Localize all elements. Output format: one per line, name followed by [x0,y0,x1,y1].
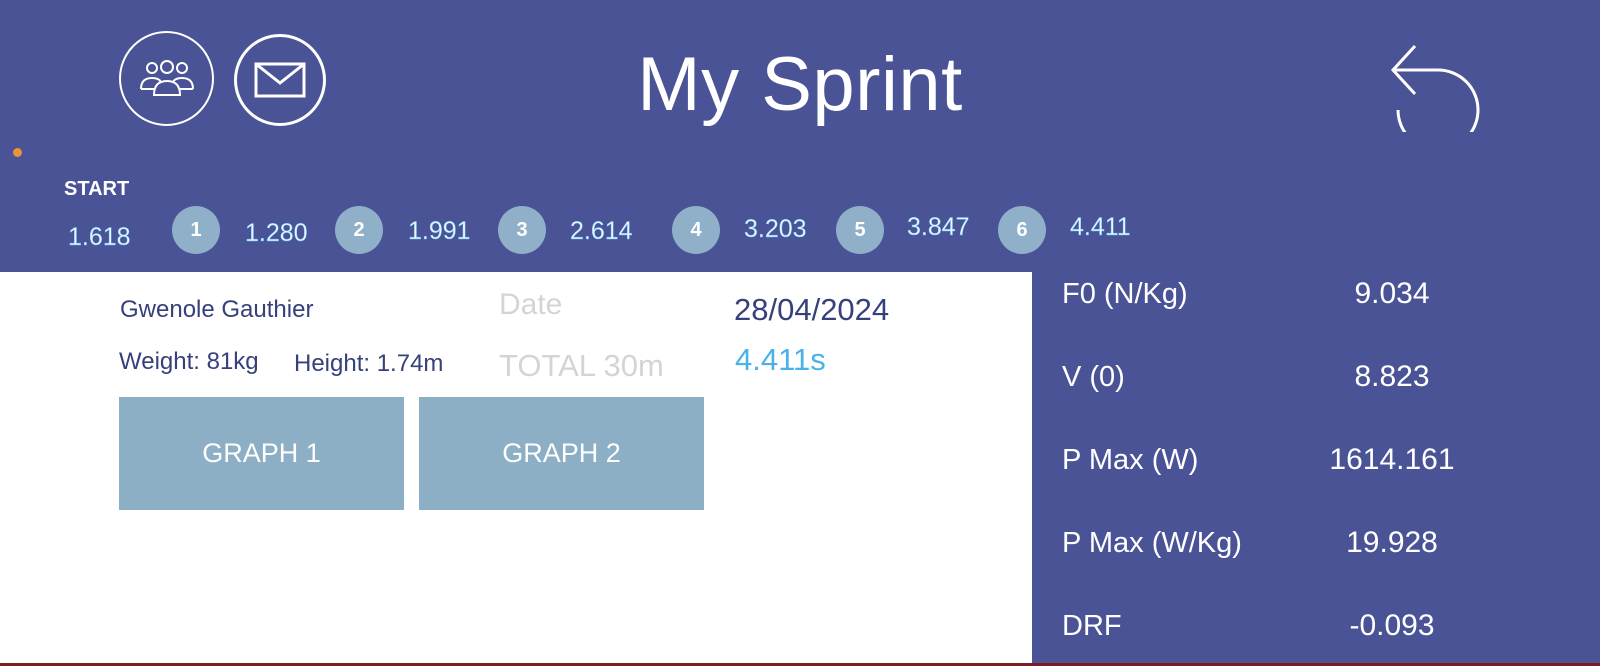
metric-label-pmax-wkg: P Max (W/Kg) [1062,527,1242,559]
indicator-dot [13,148,22,157]
split-time-2: 1.991 [408,217,471,245]
split-badge-5: 5 [836,206,884,254]
athlete-weight: Weight: 81kg [119,348,259,375]
graph-2-button[interactable]: GRAPH 2 [419,397,704,510]
split-time-5: 3.847 [907,213,970,241]
start-time: 1.618 [68,223,131,251]
mail-button[interactable] [234,34,326,126]
split-badge-2: 2 [335,206,383,254]
back-button[interactable] [1383,28,1483,152]
metric-value-f0: 9.034 [1354,277,1430,310]
metric-value-drf: -0.093 [1349,609,1435,642]
metric-value-pmax-w: 1614.161 [1329,443,1455,476]
metric-label-drf: DRF [1062,610,1122,642]
metric-label-f0: F0 (N/Kg) [1062,278,1188,310]
total-label: TOTAL 30m [499,348,664,383]
split-badge-4: 4 [672,206,720,254]
metric-label-pmax-w: P Max (W) [1062,444,1199,476]
metric-value-pmax-wkg: 19.928 [1346,526,1438,559]
mail-icon [254,62,306,98]
metrics-panel: F0 (N/Kg) 9.034 V (0) 8.823 P Max (W) 16… [1032,272,1600,666]
split-time-6: 4.411 [1070,213,1131,241]
header-bar: My Sprint START 1.618 1 1.280 2 1.991 3 … [0,0,1600,272]
team-button[interactable] [119,31,214,126]
split-badge-3: 3 [498,206,546,254]
start-label: START [64,178,130,200]
page-title: My Sprint [637,42,963,127]
split-time-3: 2.614 [570,217,633,245]
date-label: Date [499,288,563,321]
athlete-height: Height: 1.74m [294,350,444,377]
split-badge-6: 6 [998,206,1046,254]
split-time-4: 3.203 [744,215,807,243]
back-arrow-icon [1390,44,1480,152]
date-value: 28/04/2024 [734,292,890,327]
team-icon [139,59,194,96]
athlete-name: Gwenole Gauthier [120,296,314,323]
split-badge-1: 1 [172,206,220,254]
graph-1-button[interactable]: GRAPH 1 [119,397,404,510]
metric-label-v0: V (0) [1062,361,1125,393]
metric-value-v0: 8.823 [1354,360,1430,393]
total-time-value: 4.411s [735,342,826,377]
split-time-1: 1.280 [245,219,308,247]
